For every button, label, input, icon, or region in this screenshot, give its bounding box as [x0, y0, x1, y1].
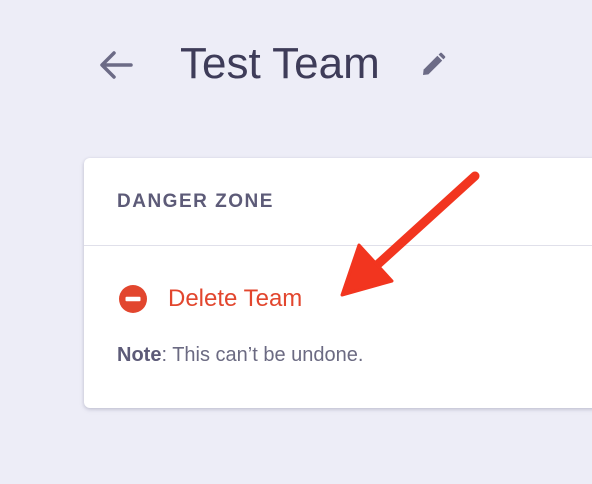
danger-zone-header: DANGER ZONE	[84, 158, 592, 246]
edit-title-button[interactable]	[418, 50, 448, 80]
page-header: Test Team	[0, 0, 592, 130]
note-text: : This can’t be undone.	[161, 344, 364, 366]
back-button[interactable]	[96, 46, 136, 84]
danger-zone-card: DANGER ZONE Delete Team Note: This can’t…	[84, 158, 592, 408]
arrow-left-icon	[100, 51, 133, 79]
delete-team-label: Delete Team	[168, 285, 303, 312]
danger-zone-title: DANGER ZONE	[117, 190, 274, 212]
delete-note: Note: This can’t be undone.	[117, 344, 363, 367]
delete-team-button[interactable]: Delete Team	[118, 284, 302, 314]
note-label: Note	[117, 344, 162, 366]
page-title: Test Team	[180, 39, 380, 88]
pencil-icon	[423, 52, 446, 75]
minus-circle-icon	[118, 284, 148, 314]
